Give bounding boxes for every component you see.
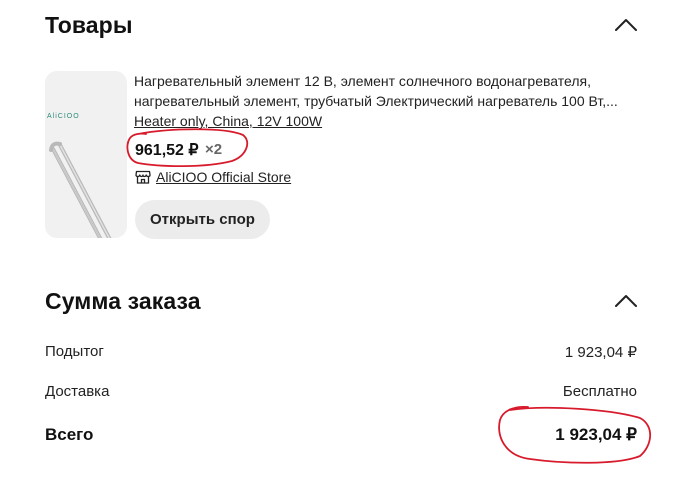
chevron-up-icon[interactable] — [613, 293, 639, 309]
store-name: AliCIOO Official Store — [156, 169, 292, 185]
summary-section-title: Сумма заказа — [45, 288, 201, 314]
product-title[interactable]: Нагревательный элемент 12 В, элемент сол… — [134, 71, 644, 111]
product-image[interactable]: AliCIOO — [45, 71, 127, 238]
open-dispute-button[interactable]: Открыть спор — [135, 200, 270, 239]
shipping-value: Бесплатно — [562, 383, 637, 400]
chevron-up-icon[interactable] — [613, 17, 639, 33]
shipping-label: Доставка — [45, 383, 110, 400]
store-icon — [135, 170, 151, 184]
product-price: 961,52 ₽ — [135, 142, 199, 159]
product-variant[interactable]: Heater only, China, 12V 100W — [134, 113, 322, 129]
product-title-line-2: нагревательный элемент, трубчатый Электр… — [134, 93, 618, 109]
heating-element-image — [49, 141, 124, 238]
products-section-title: Товары — [45, 12, 133, 38]
subtotal-label: Подытог — [45, 343, 104, 360]
product-quantity: ×2 — [205, 141, 223, 158]
subtotal-value: 1 923,04 ₽ — [564, 344, 637, 361]
product-title-line-1: Нагревательный элемент 12 В, элемент сол… — [134, 73, 591, 89]
order-details-page: Товары AliCIOO Нагревательный элемент 12… — [0, 0, 695, 489]
store-link[interactable]: AliCIOO Official Store — [135, 169, 291, 185]
total-value: 1 923,04 ₽ — [555, 425, 637, 444]
total-label: Всего — [45, 425, 94, 444]
